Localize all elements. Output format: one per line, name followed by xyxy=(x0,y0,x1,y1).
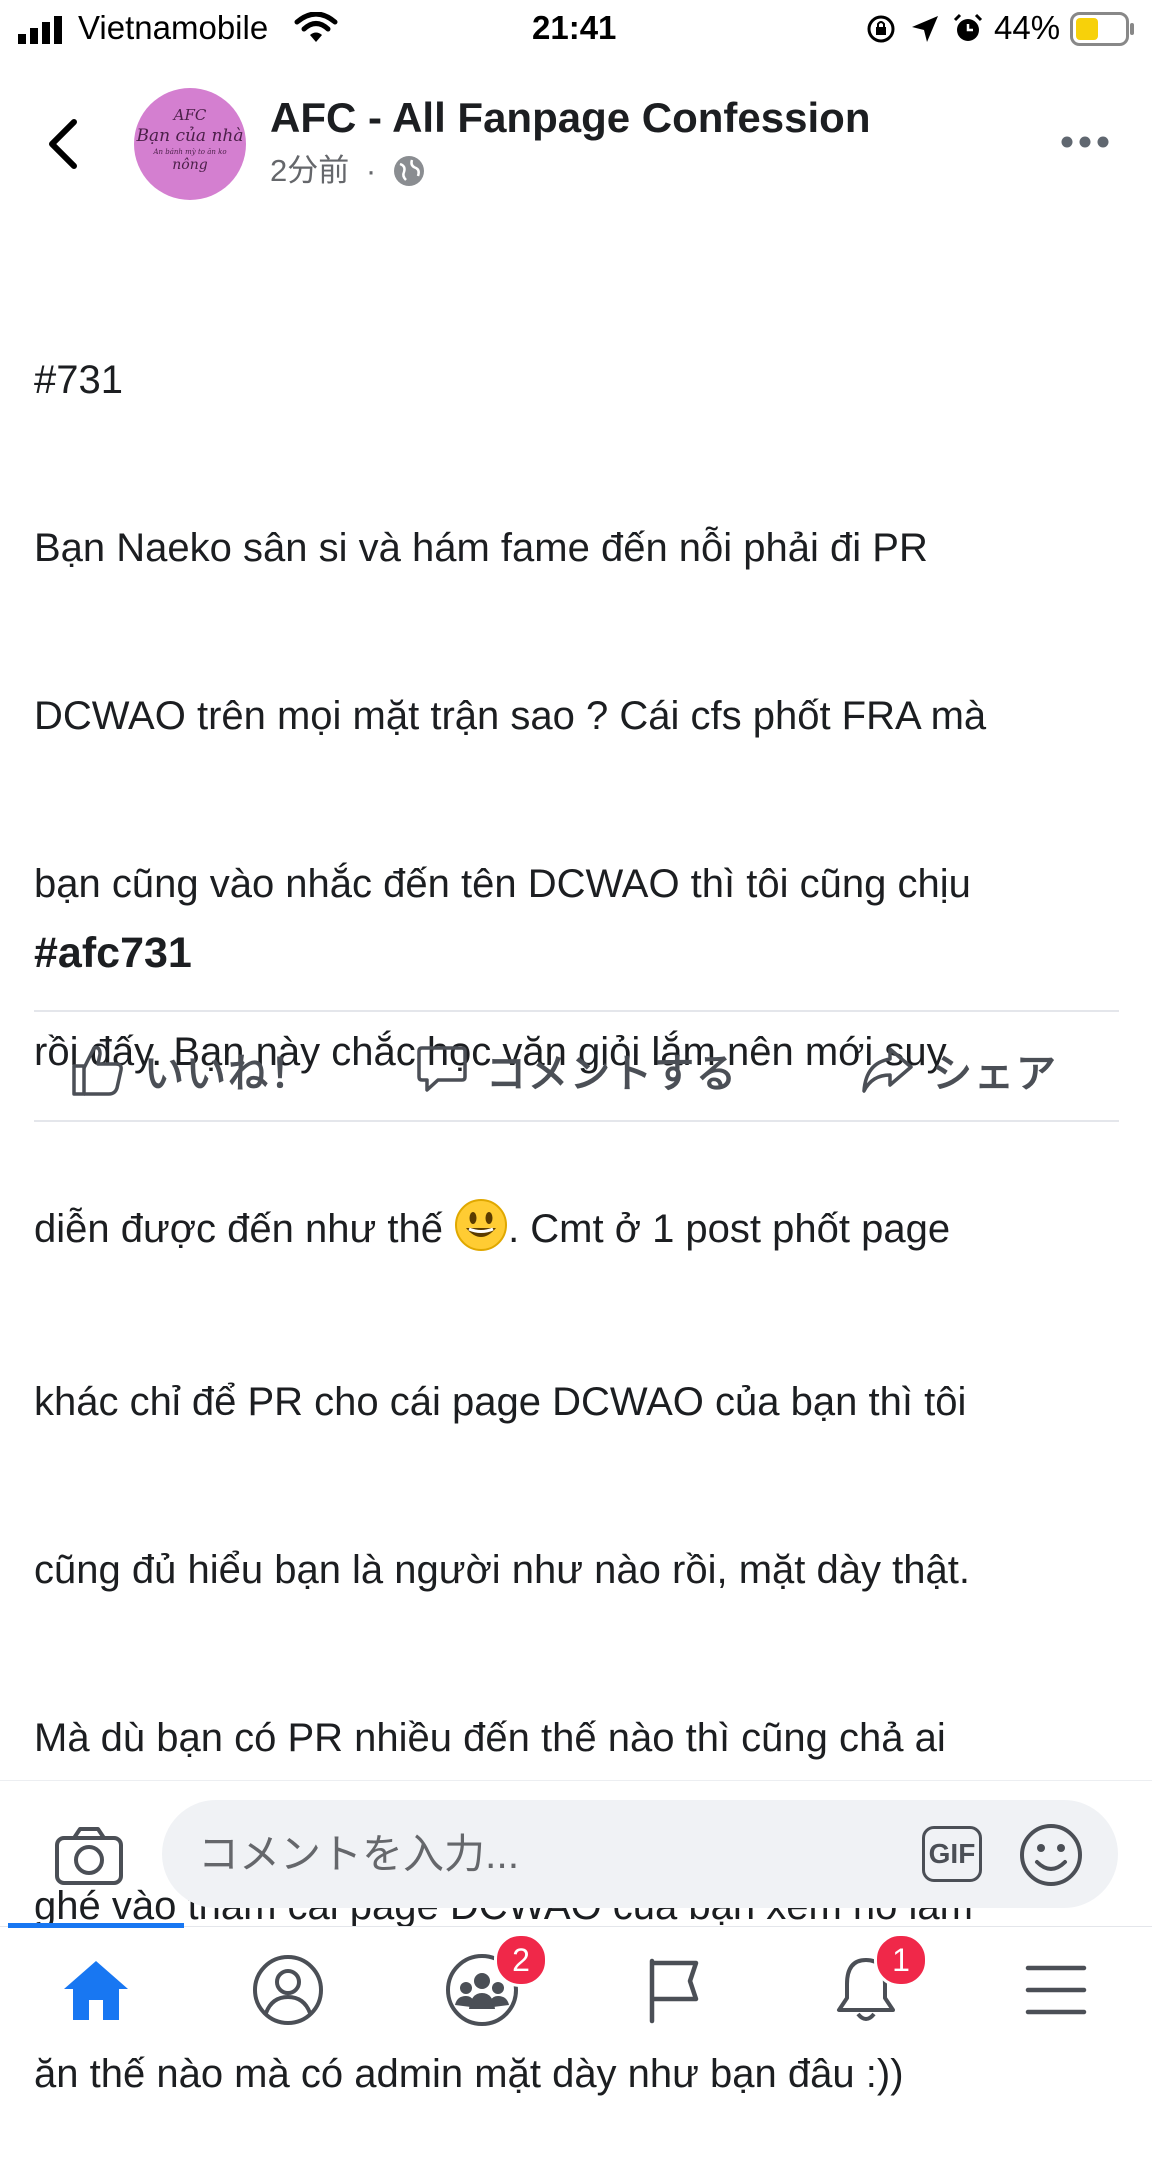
page-name-link[interactable]: AFC - All Fanpage Confession xyxy=(270,92,870,144)
smiley-emoji: 😃 xyxy=(454,1198,508,1252)
post-line-part: . Cmt ở 1 post phốt page xyxy=(508,1207,951,1251)
menu-icon xyxy=(1025,1965,1087,2015)
profile-icon xyxy=(253,1955,323,2025)
share-button[interactable]: シェア xyxy=(860,1040,1058,1100)
post-line: diễn được đến như thế 😃 . Cmt ở 1 post ph… xyxy=(34,1192,1124,1262)
tab-menu[interactable] xyxy=(1006,1945,1106,2035)
carrier-name: Vietnamobile xyxy=(78,9,269,46)
orientation-lock-icon xyxy=(867,15,895,43)
time-ago: 2分前 xyxy=(270,153,350,188)
status-bar: Vietnamobile 21:41 44% xyxy=(0,0,1152,58)
gif-button[interactable]: GIF xyxy=(922,1826,982,1882)
active-tab-indicator xyxy=(8,1923,184,1928)
wifi-icon xyxy=(294,12,338,42)
tab-notifications[interactable]: 1 xyxy=(816,1933,928,2035)
avatar-text: AFC xyxy=(173,106,207,124)
post-line: Mà dù bạn có PR nhiều đến thế nào thì cũ… xyxy=(34,1716,946,1760)
thumbs-up-icon xyxy=(72,1045,123,1096)
divider xyxy=(34,1120,1119,1122)
home-icon xyxy=(64,1961,128,2020)
emoji-char: 😃 xyxy=(454,1198,455,1199)
post-timestamp[interactable]: 2分前 · xyxy=(270,152,384,190)
comment-bubble-icon xyxy=(417,1046,467,1092)
battery-icon xyxy=(1070,12,1134,46)
post-line: ăn thế nào mà có admin mặt dày như bạn đ… xyxy=(34,2052,904,2096)
comment-button[interactable]: コメントする xyxy=(416,1040,738,1100)
avatar-text: nông xyxy=(172,157,208,173)
tab-profile[interactable] xyxy=(238,1945,338,2035)
tab-home[interactable] xyxy=(46,1945,146,2035)
tab-pages[interactable] xyxy=(624,1945,724,2035)
post-line: bạn cũng vào nhắc đến tên DCWAO thì tôi … xyxy=(34,862,971,906)
like-button[interactable]: いいね！ xyxy=(70,1040,312,1100)
tab-bar xyxy=(0,1926,1152,2049)
notifications-badge: 1 xyxy=(874,1933,928,1987)
pages-flag-icon xyxy=(649,1958,699,2024)
groups-badge: 2 xyxy=(494,1933,548,1987)
post-line: DCWAO trên mọi mặt trận sao ? Cái cfs ph… xyxy=(34,694,987,738)
avatar-text: Bạn của nhà xyxy=(136,126,244,146)
signal-icon xyxy=(18,16,62,44)
share-icon xyxy=(862,1047,913,1093)
hashtag-link[interactable]: #afc731 xyxy=(34,926,192,980)
separator: · xyxy=(365,153,377,188)
post-line: Bạn Naeko sân si và hám fame đến nỗi phả… xyxy=(34,526,928,570)
camera-icon[interactable] xyxy=(54,1826,124,1886)
divider xyxy=(34,1010,1119,1012)
more-options-icon[interactable] xyxy=(1060,130,1110,154)
post-line-part: diễn được đến như thế xyxy=(34,1207,455,1251)
location-icon xyxy=(912,16,938,42)
post-line: #731 xyxy=(34,358,123,402)
tab-groups[interactable]: 2 xyxy=(432,1933,548,2035)
alarm-icon xyxy=(953,13,983,41)
like-label: いいね！ xyxy=(144,1052,312,1096)
page-avatar[interactable]: AFC Bạn của nhà An bánh mỳ to ăn ko nông xyxy=(134,88,246,200)
post-line: khác chỉ để PR cho cái page DCWAO của bạ… xyxy=(34,1380,967,1424)
comment-placeholder[interactable]: コメントを入力... xyxy=(198,1826,519,1882)
post-line: cũng đủ hiểu bạn là người như nào rồi, m… xyxy=(34,1548,970,1592)
comment-label: コメントする xyxy=(486,1052,738,1096)
globe-icon xyxy=(394,156,424,186)
share-label: シェア xyxy=(932,1052,1058,1096)
avatar-text: An bánh mỳ to ăn ko xyxy=(153,148,227,156)
battery-percent: 44% xyxy=(994,9,1061,46)
back-button[interactable] xyxy=(44,118,84,170)
clock: 21:41 xyxy=(532,9,617,46)
emoji-picker-icon[interactable] xyxy=(1018,1822,1084,1888)
